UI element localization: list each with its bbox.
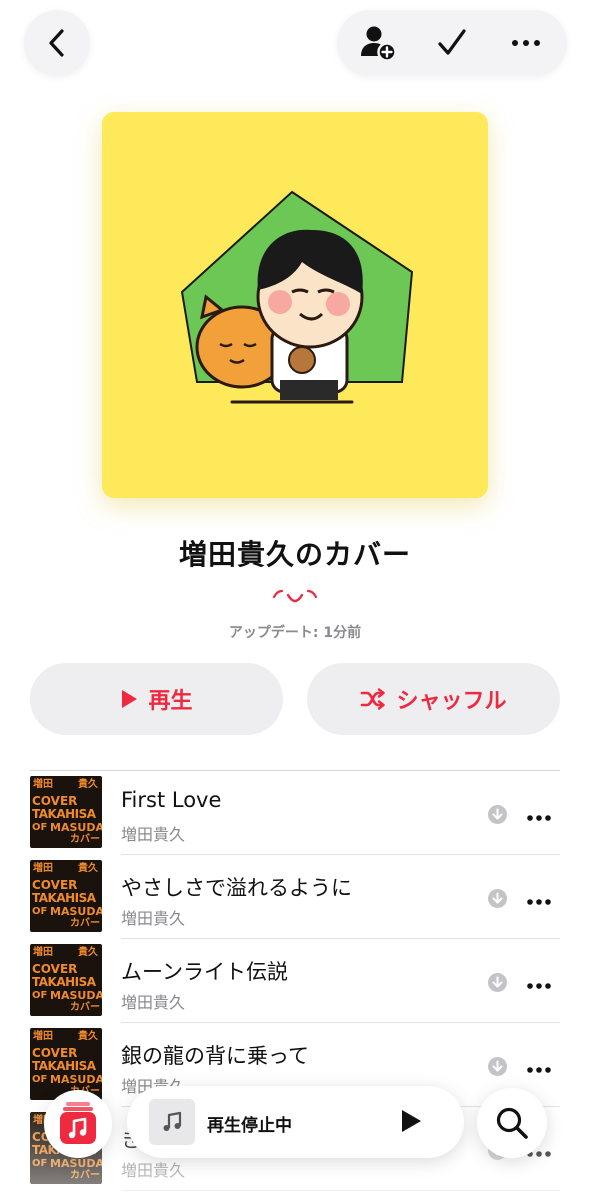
play-label: 再生	[148, 689, 193, 714]
mini-player[interactable]: 再生停止中	[127, 1086, 464, 1158]
thumb-text-kaba: カバー	[70, 834, 100, 845]
thumb-text-cover: COVER	[32, 962, 78, 976]
thumb-text-top-left: 増田	[33, 779, 53, 790]
music-note-icon	[163, 1111, 182, 1131]
thumb-text-takahisa: TAKAHISA	[32, 891, 96, 905]
track-more-button[interactable]	[526, 807, 552, 826]
track-artwork: 増田 貴久 COVER TAKAHISA OF MASUDA カバー	[30, 1028, 102, 1100]
download-arrow-icon	[492, 1060, 503, 1072]
person-add-icon	[361, 26, 397, 62]
mini-player-play-button[interactable]	[399, 1108, 423, 1138]
ellipsis-icon	[527, 815, 551, 821]
download-arrow-icon	[492, 808, 503, 820]
download-button[interactable]	[488, 1057, 507, 1076]
illustration-image	[102, 112, 488, 498]
playlist-title: 増田貴久のカバー	[178, 538, 411, 571]
thumb-text-top-left: 増田	[33, 947, 53, 958]
thumb-text-takahisa: TAKAHISA	[32, 1059, 96, 1073]
track-row[interactable]: 増田 貴久 COVER TAKAHISA OF MASUDA カバー やさしさで…	[30, 855, 560, 939]
thumb-text-top-right: 貴久	[78, 863, 98, 874]
track-more-button[interactable]	[526, 1059, 552, 1078]
thumb-text-cover: COVER	[32, 794, 78, 808]
download-button[interactable]	[488, 889, 507, 908]
download-button[interactable]	[488, 805, 507, 824]
mini-player-artwork	[149, 1099, 195, 1145]
track-artwork: 増田 貴久 COVER TAKAHISA OF MASUDA カバー	[30, 776, 102, 848]
mini-player-status: 再生停止中	[207, 1116, 292, 1136]
download-arrow-icon	[492, 976, 503, 988]
more-options-button[interactable]	[493, 10, 559, 76]
thumb-text-top-left: 増田	[33, 1031, 53, 1042]
music-app-button[interactable]	[44, 1090, 112, 1158]
thumb-text-top-right: 貴久	[78, 1031, 98, 1042]
ellipsis-icon	[527, 983, 551, 989]
thumb-text-masuda: MASUDA	[50, 905, 102, 918]
thumb-text-cover: COVER	[32, 878, 78, 892]
apple-music-icon	[60, 1102, 96, 1144]
track-title: 銀の龍の背に乗って	[121, 1044, 309, 1068]
thumb-text-cover: COVER	[32, 1046, 78, 1060]
curator-avatar-icon	[272, 589, 318, 603]
playlist-artwork	[102, 112, 488, 498]
thumb-text-takahisa: TAKAHISA	[32, 975, 96, 989]
thumb-text-of: OF	[32, 1074, 48, 1085]
track-row[interactable]: 増田 貴久 COVER TAKAHISA OF MASUDA カバー ムーンライ…	[30, 939, 560, 1023]
thumb-text-masuda: MASUDA	[50, 1073, 102, 1086]
track-row[interactable]: 増田 貴久 COVER TAKAHISA OF MASUDA カバー First…	[30, 771, 560, 855]
checkmark-icon	[438, 29, 466, 55]
thumb-text-top-left: 増田	[33, 863, 53, 874]
ellipsis-icon	[512, 40, 540, 46]
search-icon	[496, 1107, 528, 1139]
track-more-button[interactable]	[526, 975, 552, 994]
thumb-text-takahisa: TAKAHISA	[32, 807, 96, 821]
shuffle-icon	[361, 688, 386, 710]
play-button[interactable]: 再生	[30, 663, 283, 735]
download-button[interactable]	[488, 973, 507, 992]
download-arrow-icon	[492, 892, 503, 904]
chevron-left-icon	[49, 29, 64, 57]
track-artist: 増田貴久	[121, 909, 186, 928]
thumb-text-top-right: 貴久	[78, 947, 98, 958]
track-artwork: 増田 貴久 COVER TAKAHISA OF MASUDA カバー	[30, 944, 102, 1016]
play-icon	[122, 690, 138, 708]
thumb-text-top-right: 貴久	[78, 779, 98, 790]
play-icon	[402, 1110, 421, 1132]
thumb-text-of: OF	[32, 822, 48, 833]
done-button[interactable]	[419, 10, 485, 76]
track-title: First Love	[121, 788, 222, 812]
thumb-text-kaba: カバー	[70, 1002, 100, 1013]
updated-time: アップデート: 1分前	[228, 625, 362, 641]
ellipsis-icon	[527, 1067, 551, 1073]
shuffle-label: シャッフル	[396, 689, 507, 714]
track-artist: 増田貴久	[121, 825, 186, 844]
back-button[interactable]	[24, 10, 90, 76]
thumb-text-masuda: MASUDA	[50, 989, 102, 1002]
header-actions	[337, 10, 567, 76]
thumb-text-masuda: MASUDA	[50, 821, 102, 834]
track-more-button[interactable]	[526, 891, 552, 910]
track-artwork: 増田 貴久 COVER TAKAHISA OF MASUDA カバー	[30, 860, 102, 932]
track-title: ムーンライト伝説	[121, 960, 288, 984]
shuffle-button[interactable]: シャッフル	[307, 663, 560, 735]
thumb-text-of: OF	[32, 990, 48, 1001]
search-button[interactable]	[477, 1088, 547, 1158]
ellipsis-icon	[527, 899, 551, 905]
thumb-text-kaba: カバー	[70, 918, 100, 929]
track-artist: 増田貴久	[121, 993, 186, 1012]
track-title: やさしさで溢れるように	[121, 876, 352, 900]
add-collaborator-button[interactable]	[345, 10, 411, 76]
thumb-text-of: OF	[32, 906, 48, 917]
